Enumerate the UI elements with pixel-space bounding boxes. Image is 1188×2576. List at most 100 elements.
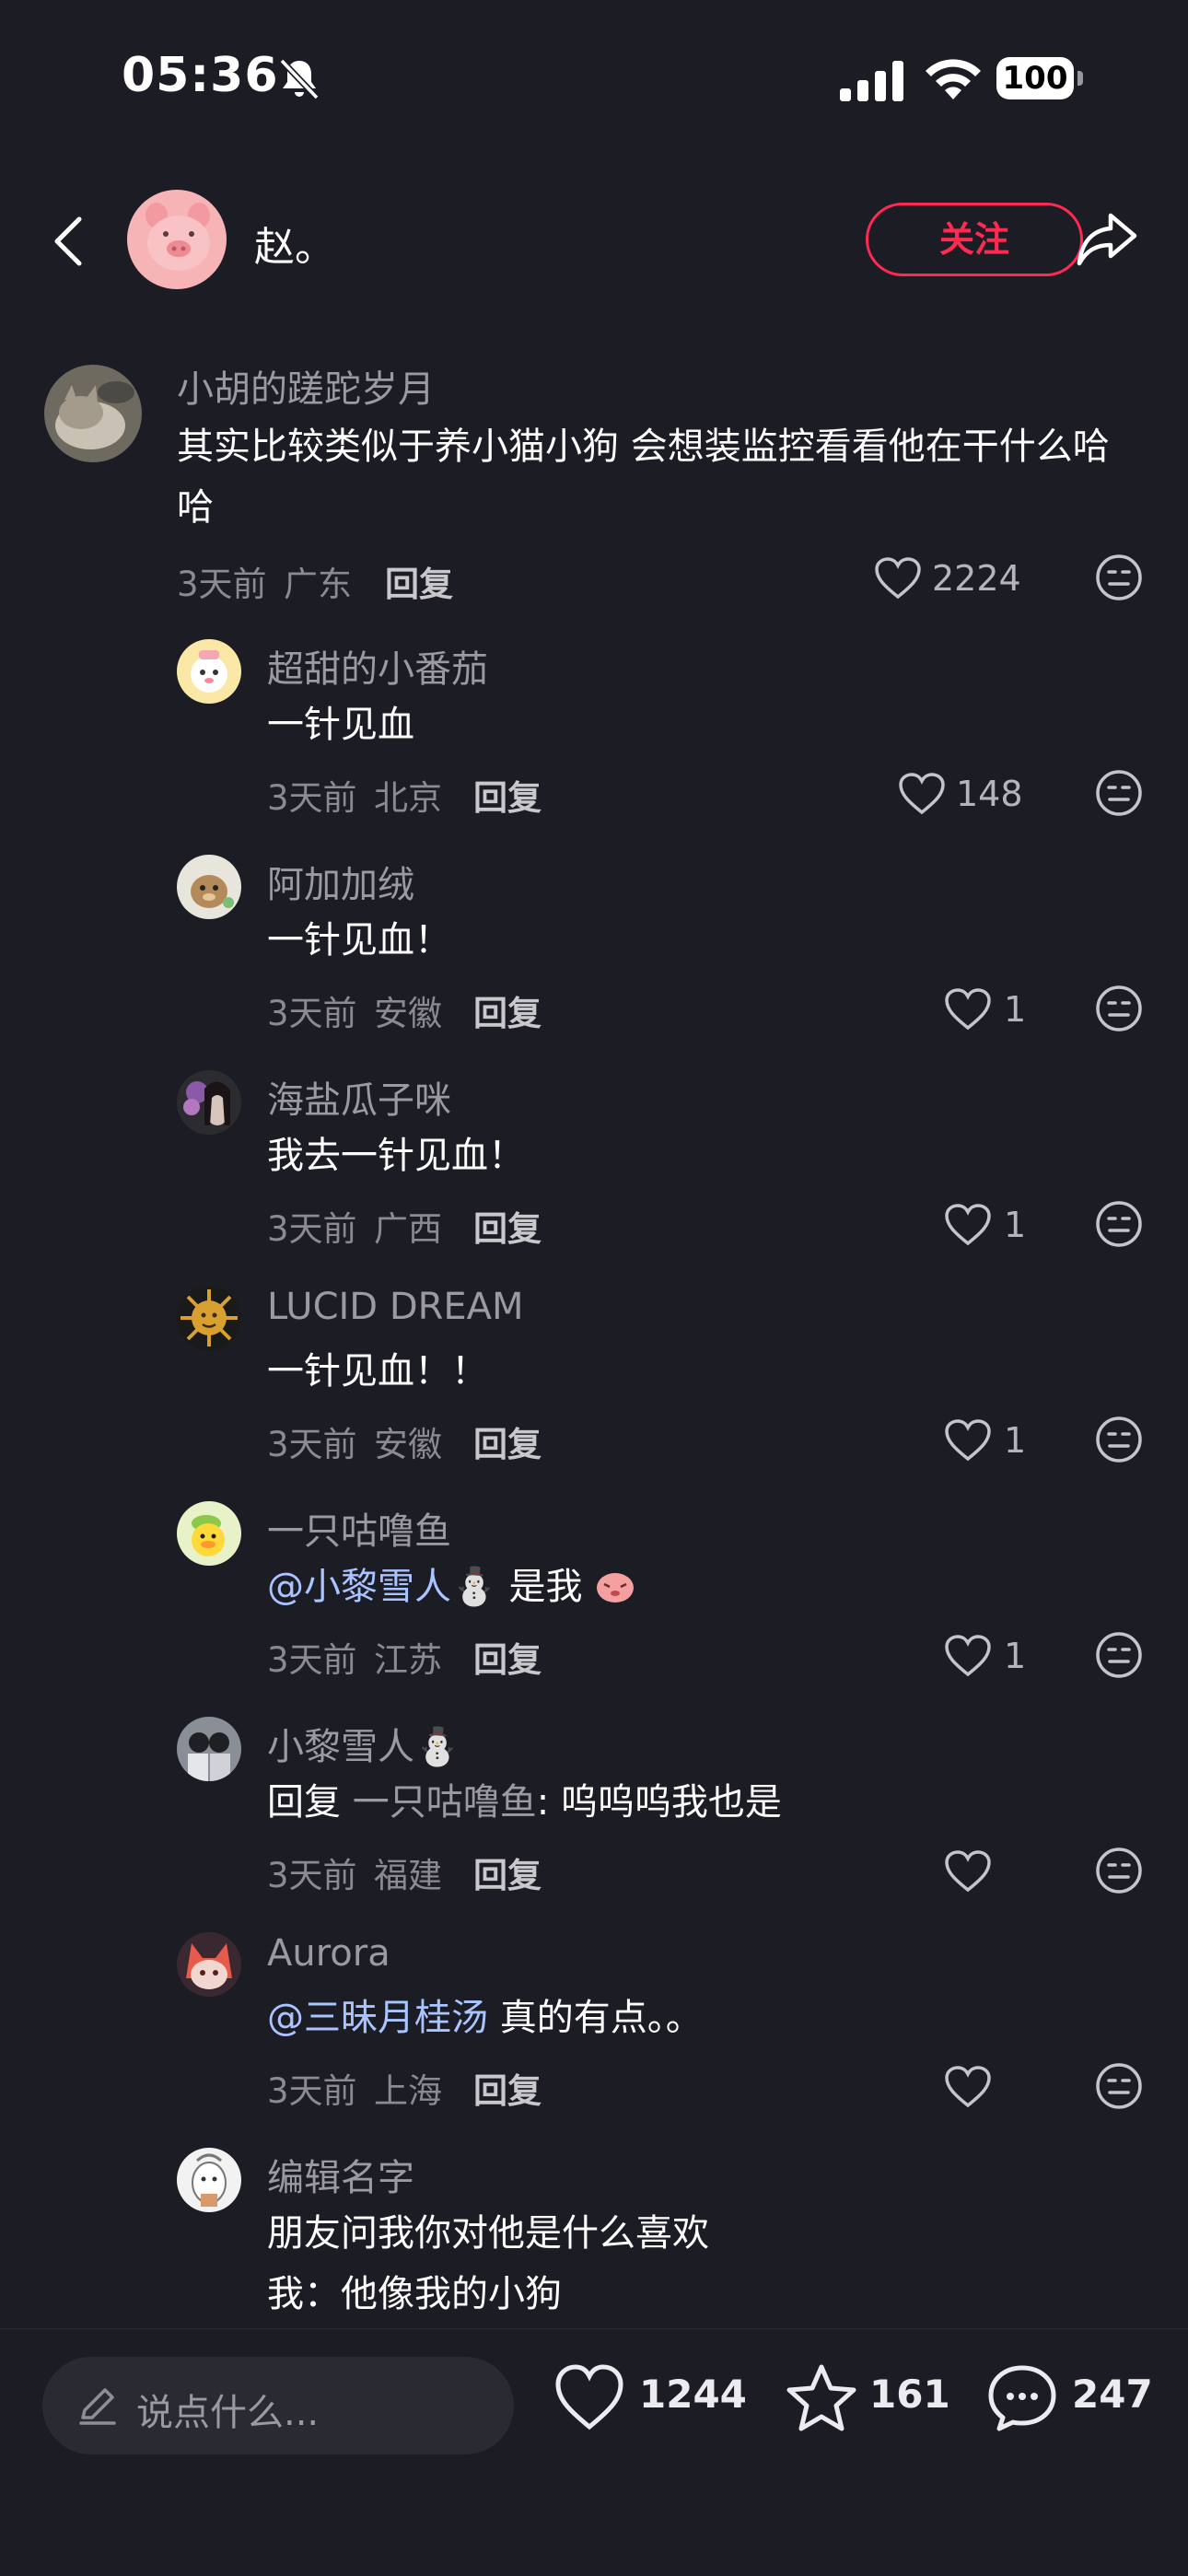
input-placeholder: 说点什么... [136,2392,320,2434]
status-time: 05:36 [122,48,279,103]
dislike-face-icon[interactable] [1094,1630,1144,1680]
comment-text: 一针见血！ [267,919,451,962]
battery-icon: 100 [996,57,1085,101]
comment-text: 朋友问我你对他是什么喜欢 我：他像我的小狗 [267,2203,709,2325]
comment-username[interactable]: 一只咕噜鱼 [267,1501,451,1555]
reply-button[interactable]: 回复 [473,985,542,1035]
reply-button[interactable]: 回复 [473,2063,542,2113]
dislike-face-icon[interactable] [1094,1415,1144,1464]
comment-location: 上海 [374,2071,442,2111]
author-name[interactable]: 赵。 [254,214,335,273]
avatar[interactable] [177,1932,241,1997]
avatar[interactable] [44,365,142,462]
comment-text-line: 哈 [177,486,214,529]
comment-text-span: : 呜呜呜我也是 [536,1781,782,1824]
comment-item: LUCID DREAM 一针见血！！ 3天前 安徽 回复 1 [0,1286,1188,1479]
heart-icon[interactable] [943,987,993,1032]
comment-text: 回复 一只咕噜鱼: 呜呜呜我也是 [267,1772,782,1833]
heart-icon[interactable] [897,772,947,816]
comment-username[interactable]: 小黎雪人⛄ [267,1717,460,1770]
avatar[interactable] [177,1501,241,1566]
heart-icon[interactable] [943,1634,993,1678]
reply-button[interactable]: 回复 [473,770,542,820]
mention-link[interactable]: @小黎雪人⛄ [267,1566,497,1608]
avatar[interactable] [177,855,241,919]
reply-button[interactable]: 回复 [473,1416,542,1466]
like-count: 148 [956,774,1023,814]
reply-button[interactable]: 回复 [473,1632,542,1682]
comment-time: 3天前 [267,2071,357,2111]
shy-face-emoji-icon [594,1562,636,1603]
follow-button[interactable]: 关注 [866,203,1083,276]
reply-button[interactable]: 回复 [473,1847,542,1897]
heart-icon[interactable] [943,1203,993,1247]
avatar[interactable] [177,1070,241,1135]
comment-username[interactable]: 编辑名字 [267,2148,414,2201]
comment-username[interactable]: 阿加加绒 [267,855,414,908]
comment-text: 一针见血！！ [267,1350,488,1393]
comment-time: 3天前 [177,565,267,604]
wifi-icon [926,59,981,99]
reply-to-user[interactable]: 一只咕噜鱼 [353,1781,537,1824]
comment-total: 247 [1072,2372,1153,2417]
comment-text-span: 是我 [508,1566,583,1608]
comment-username[interactable]: LUCID DREAM [267,1286,524,1328]
heart-icon[interactable] [943,2065,993,2109]
dislike-face-icon[interactable] [1094,768,1144,818]
comment-location: 广东 [284,565,352,604]
comment-item: 小黎雪人⛄ 回复 一只咕噜鱼: 呜呜呜我也是 3天前 福建 回复 [0,1717,1188,1910]
avatar[interactable] [177,1286,241,1350]
comment-text-line: 其实比较类似于养小猫小狗 会想装监控看看他在干什么哈 [177,425,1110,468]
pig-avatar-icon [146,203,210,271]
author-avatar[interactable] [127,190,227,289]
mention-link[interactable]: @三昧月桂汤 [267,1997,488,2039]
comment-bubble-icon[interactable] [985,2362,1059,2432]
comment-text: 其实比较类似于养小猫小狗 会想装监控看看他在干什么哈 哈 [177,416,1110,538]
comment-location: 福建 [374,1856,442,1895]
heart-icon[interactable] [943,1418,993,1463]
avatar[interactable] [177,1717,241,1781]
comment-item: 一只咕噜鱼 @小黎雪人⛄ 是我 3天前 江苏 回复 1 [0,1501,1188,1695]
comment-username[interactable]: 海盐瓜子咪 [267,1070,451,1124]
comment-username[interactable]: 小胡的蹉跎岁月 [177,359,435,413]
signal-icon [840,61,903,101]
comment-item: Aurora @三昧月桂汤 真的有点。。 3天前 上海 回复 [0,1932,1188,2126]
bell-slash-icon [279,58,320,100]
dislike-face-icon[interactable] [1094,1846,1144,1895]
comment-text: 一针见血 [267,704,414,746]
reply-button[interactable]: 回复 [473,1201,542,1251]
battery-level: 100 [996,57,1074,99]
dislike-face-icon[interactable] [1094,553,1144,602]
dislike-face-icon[interactable] [1094,1199,1144,1249]
comment-text-line: 朋友问我你对他是什么喜欢 [267,2212,709,2255]
reply-button[interactable]: 回复 [385,556,453,606]
star-icon[interactable] [785,2362,858,2432]
heart-icon[interactable] [873,556,923,600]
status-bar: 05:36 100 [0,0,1188,166]
comment-input[interactable]: 说点什么... [42,2357,514,2454]
comment-time: 3天前 [267,778,357,818]
dislike-face-icon[interactable] [1094,984,1144,1033]
comment-text-line: 我：他像我的小狗 [267,2273,562,2315]
comment-username[interactable]: Aurora [267,1932,390,1975]
heart-icon[interactable] [943,1849,993,1894]
comment-text-span: 真的有点。。 [499,1997,703,2039]
comment-location: 安徽 [374,1425,442,1464]
share-icon[interactable] [1074,208,1140,269]
favorite-total: 161 [869,2372,950,2417]
like-count: 1 [1004,1420,1027,1461]
dislike-face-icon[interactable] [1094,2061,1144,2111]
like-heart-icon[interactable] [553,2362,626,2432]
comment-username[interactable]: 超甜的小番茄 [267,639,488,693]
comment-time: 3天前 [267,1209,357,1249]
back-icon[interactable] [46,214,92,269]
comment-text: @三昧月桂汤 真的有点。。 [267,1987,703,2048]
comment-time: 3天前 [267,1640,357,1680]
comment-time: 3天前 [267,1856,357,1895]
like-count: 1 [1004,1636,1027,1676]
avatar[interactable] [177,2148,241,2212]
comment-item: 海盐瓜子咪 我去一针见血！ 3天前 广西 回复 1 [0,1070,1188,1264]
comment-location: 江苏 [374,1640,442,1680]
avatar[interactable] [177,639,241,704]
like-count: 1 [1004,989,1027,1030]
